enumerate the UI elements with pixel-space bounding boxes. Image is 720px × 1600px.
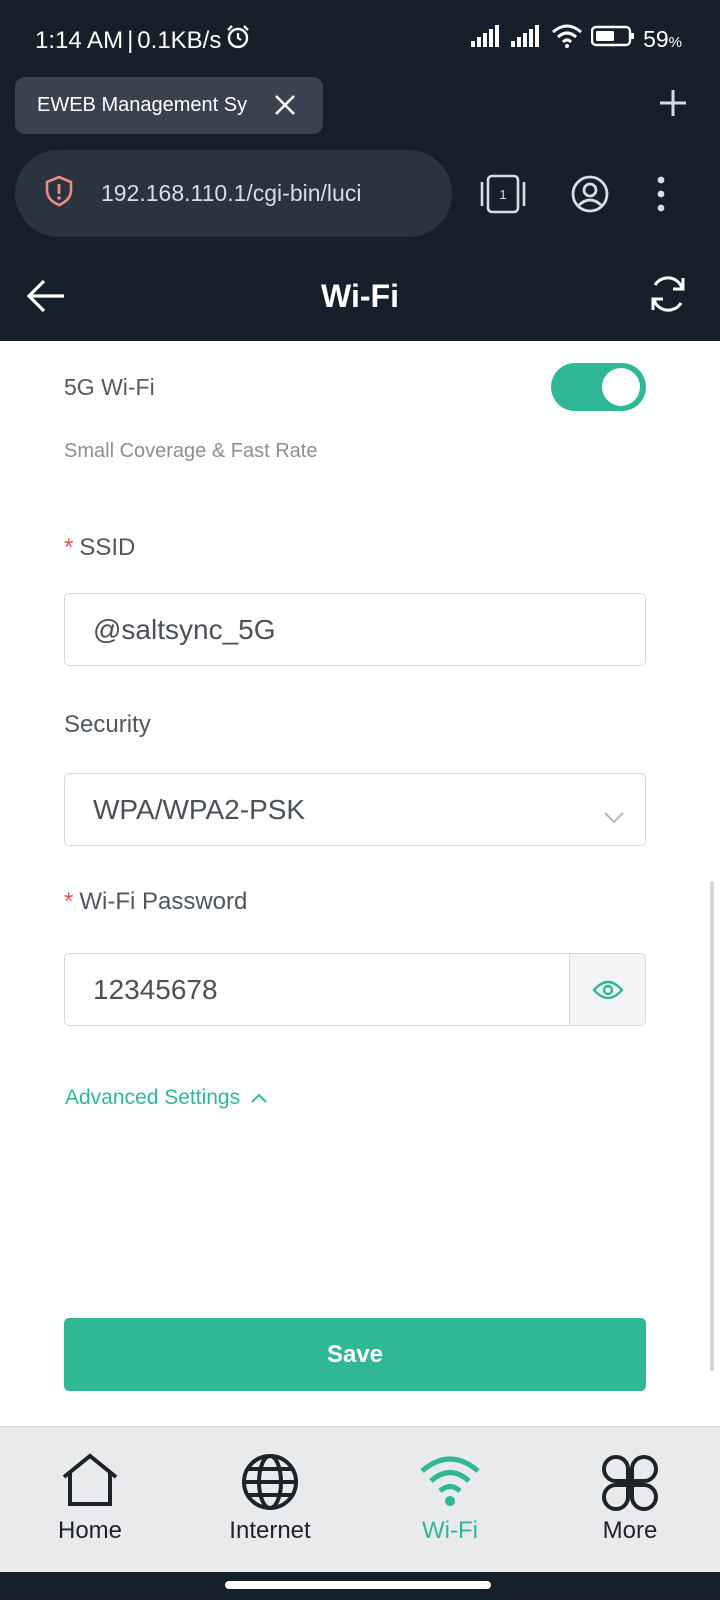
status-right: 59%: [471, 24, 682, 55]
scrollbar[interactable]: [710, 881, 714, 1371]
signal-icon-2: [511, 25, 543, 54]
battery-percent-value: 59: [643, 26, 669, 52]
security-label-text: Security: [64, 711, 151, 738]
shield-warning-icon[interactable]: [45, 175, 73, 213]
five-g-wifi-label: 5G Wi-Fi: [64, 374, 155, 400]
eye-icon: [591, 980, 624, 999]
ssid-label-text: SSID: [79, 534, 136, 561]
five-g-hint: Small Coverage & Fast Rate: [64, 440, 318, 462]
home-icon: [0, 1453, 180, 1507]
nav-item-internet[interactable]: Internet: [180, 1427, 360, 1573]
status-separator: |: [127, 26, 134, 54]
nav-item-more[interactable]: More: [540, 1427, 720, 1573]
security-value: WPA/WPA2-PSK: [93, 793, 306, 825]
refresh-icon[interactable]: [646, 272, 690, 321]
globe-icon: [180, 1453, 360, 1511]
nav-item-wifi[interactable]: Wi-Fi: [360, 1427, 540, 1573]
ssid-input[interactable]: @saltsync_5G: [64, 593, 646, 666]
tab-switcher-icon[interactable]: 1: [480, 174, 526, 219]
url-text: 192.168.110.1/cgi-bin/luci: [101, 180, 362, 206]
show-password-button[interactable]: [569, 954, 645, 1025]
page-title: Wi-Fi: [321, 278, 399, 314]
url-bar[interactable]: 192.168.110.1/cgi-bin/luci: [15, 150, 452, 237]
save-button[interactable]: Save: [64, 1318, 646, 1391]
password-label-text: Wi-Fi Password: [79, 888, 248, 915]
browser-tab-title: EWEB Management Sy: [37, 94, 248, 116]
overflow-menu-icon[interactable]: [655, 174, 667, 219]
chevron-down-icon: [603, 800, 625, 832]
security-label: Security: [64, 711, 151, 739]
status-time: 1:14 AM: [35, 26, 124, 54]
gesture-area: [0, 1572, 720, 1600]
browser-tab[interactable]: EWEB Management Sy: [15, 77, 323, 134]
close-tab-icon[interactable]: [269, 89, 301, 127]
bottom-nav: Home Internet Wi-Fi More: [0, 1426, 720, 1572]
nav-label-internet: Internet: [229, 1517, 311, 1544]
app-header: Wi-Fi: [0, 252, 720, 341]
nav-label-more: More: [602, 1517, 658, 1544]
required-mark: *: [64, 888, 74, 915]
toggle-knob: [602, 368, 640, 406]
chevron-up-icon: [250, 1086, 268, 1110]
password-label: * Wi-Fi Password: [64, 888, 247, 916]
home-gesture-bar[interactable]: [225, 1581, 491, 1589]
status-left: 1:14 AM | 0.1KB/s: [35, 24, 251, 57]
advanced-settings-toggle[interactable]: Advanced Settings: [65, 1086, 268, 1110]
advanced-settings-label: Advanced Settings: [65, 1086, 241, 1109]
security-select[interactable]: WPA/WPA2-PSK: [64, 773, 646, 846]
tab-count: 1: [499, 187, 506, 202]
account-icon[interactable]: [570, 174, 610, 219]
battery-percent: 59%: [643, 26, 682, 53]
required-mark: *: [64, 534, 74, 561]
wifi-icon: [360, 1453, 540, 1507]
wifi-status-icon: [551, 24, 583, 55]
status-net-speed: 0.1KB/s: [137, 26, 222, 54]
status-bar: 1:14 AM | 0.1KB/s 59%: [0, 0, 720, 72]
password-input[interactable]: 12345678: [64, 953, 646, 1026]
new-tab-icon[interactable]: [658, 88, 688, 123]
nav-label-wifi: Wi-Fi: [422, 1517, 478, 1544]
ssid-label: * SSID: [64, 534, 135, 562]
more-icon: [540, 1453, 720, 1513]
ssid-value: @saltsync_5G: [93, 613, 276, 645]
battery-percent-unit: %: [668, 34, 682, 51]
signal-icon: [471, 25, 503, 54]
nav-item-home[interactable]: Home: [0, 1427, 180, 1573]
password-value: 12345678: [93, 973, 218, 1005]
battery-icon: [590, 25, 635, 54]
wifi-settings-form: 5G Wi-Fi Small Coverage & Fast Rate * SSI…: [0, 341, 720, 1426]
alarm-icon: [225, 24, 251, 57]
five-g-wifi-toggle[interactable]: [551, 363, 646, 411]
nav-label-home: Home: [57, 1517, 123, 1544]
